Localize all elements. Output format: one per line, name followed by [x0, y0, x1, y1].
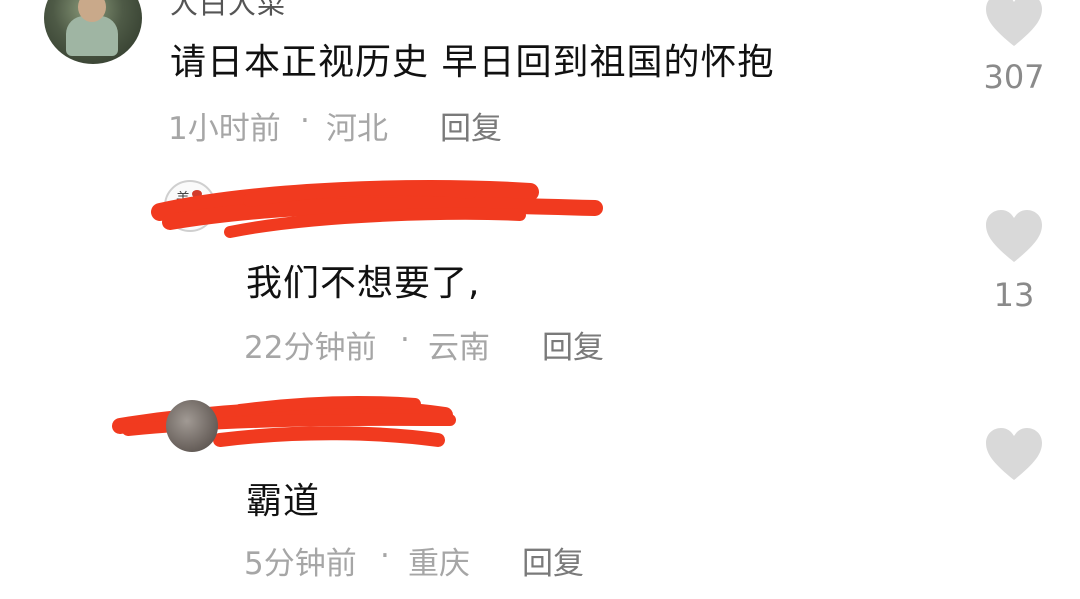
comment-location: 重庆: [408, 546, 470, 582]
avatar[interactable]: [166, 400, 218, 452]
comment-location: 河北: [326, 111, 388, 147]
comment-text: 请日本正视历史 早日回到祖国的怀抱: [170, 42, 775, 83]
meta-separator: ·: [380, 538, 390, 574]
avatar[interactable]: [44, 0, 142, 64]
like-count: 307: [983, 58, 1045, 96]
avatar-glyph: ⺷: [176, 191, 190, 207]
comment-time: 5分钟前: [244, 546, 357, 582]
comment-time: 22分钟前: [244, 330, 377, 366]
reply-button[interactable]: 回复: [542, 322, 604, 367]
comment-text: 我们不想要了,: [246, 263, 481, 304]
comment-text: 霸道: [246, 481, 321, 522]
comment-location: 云南: [428, 330, 490, 366]
username[interactable]: 大白大菜: [170, 0, 286, 22]
comment-time: 1小时前: [168, 111, 281, 147]
username-redaction: [112, 180, 603, 447]
avatar[interactable]: ⺷: [164, 180, 216, 232]
heart-icon[interactable]: [984, 0, 1044, 48]
heart-icon[interactable]: [984, 428, 1044, 482]
heart-icon[interactable]: [984, 210, 1044, 264]
reply-button[interactable]: 回复: [522, 538, 584, 583]
avatar-seal: [192, 190, 202, 198]
avatar-figure-body: [66, 16, 118, 56]
meta-separator: ·: [400, 322, 410, 358]
like-count: 13: [993, 276, 1035, 314]
meta-separator: ·: [300, 103, 310, 139]
reply-button[interactable]: 回复: [440, 103, 502, 148]
